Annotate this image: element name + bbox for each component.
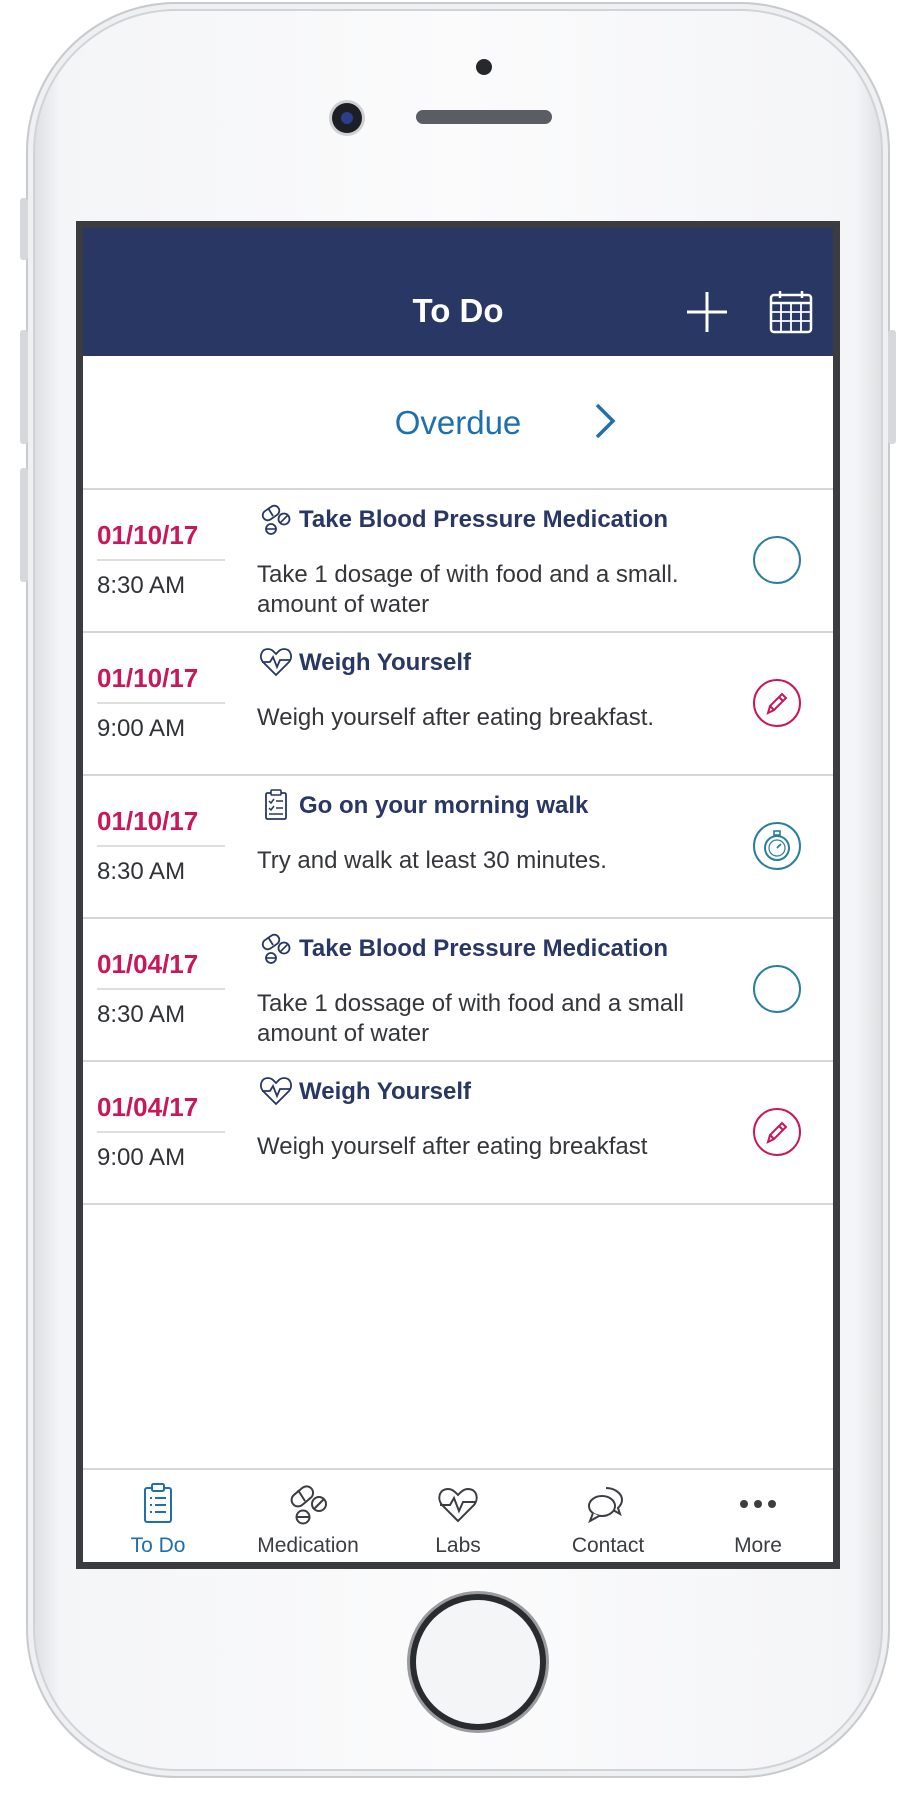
task-time: 9:00 AM [97,715,186,742]
task-time: 8:30 AM [97,1001,186,1028]
volume-up-button [20,330,28,444]
overdue-row[interactable]: Overdue [83,356,833,490]
task-row[interactable]: 01/04/17 8:30 AM Take Blood Pressure Med… [83,919,833,1062]
task-title: Weigh Yourself [299,649,472,676]
chat-bubbles-icon [588,1487,624,1524]
heartbeat-icon [260,1077,292,1106]
plus-icon[interactable] [685,290,729,334]
task-description: Try and walk at least 30 minutes. [257,847,607,874]
stopwatch-icon[interactable] [751,820,803,872]
front-camera [332,103,362,133]
tab-label: Labs [435,1534,481,1557]
task-description: Weigh yourself after eating breakfast. [257,704,655,731]
pencil-circle-icon[interactable] [751,1106,803,1158]
task-title: Weigh Yourself [299,1078,472,1105]
task-description: Take 1 dossage of with food and a small … [257,990,684,1047]
power-button [888,330,896,444]
tab-more[interactable]: More [683,1470,833,1562]
chevron-right-icon[interactable] [593,402,617,440]
home-button[interactable] [416,1600,540,1724]
app-screen: To Do Overdue 01/10/17 8:30 AM Take Bloo… [83,228,833,1562]
pills-icon [261,933,291,964]
heartbeat-icon [438,1487,478,1523]
tab-label: Medication [257,1534,359,1557]
top-bar: To Do [83,228,833,356]
task-row[interactable]: 01/10/17 9:00 AM Weigh Yourself Weigh yo… [83,633,833,776]
task-time: 8:30 AM [97,858,186,885]
tab-label: Contact [571,1534,645,1557]
tab-contact[interactable]: Contact [533,1470,683,1562]
volume-down-button [20,468,28,582]
task-title: Go on your morning walk [299,792,589,819]
phone-screen: To Do Overdue 01/10/17 8:30 AM Take Bloo… [76,221,840,1569]
task-date: 01/10/17 [97,806,225,847]
pencil-circle-icon[interactable] [751,677,803,729]
task-date: 01/04/17 [97,949,225,990]
calendar-icon[interactable] [769,290,813,334]
task-title: Take Blood Pressure Medication [299,506,668,533]
task-description: Weigh yourself after eating breakfast [257,1133,648,1160]
task-row[interactable]: 01/10/17 8:30 AM Take Blood Pressure Med… [83,490,833,633]
tab-label: To Do [130,1534,186,1557]
earpiece-speaker [416,110,552,124]
task-date: 01/04/17 [97,1092,225,1133]
mute-switch [20,198,28,260]
task-description: Take 1 dosage of with food and a small. … [257,561,679,618]
tab-label: More [734,1534,782,1557]
empty-circle-icon[interactable] [751,963,803,1015]
overdue-label: Overdue [394,404,522,441]
tab-todo[interactable]: To Do [83,1470,233,1562]
task-time: 9:00 AM [97,1144,186,1171]
clipboard-icon [144,1483,172,1523]
task-row[interactable]: 01/10/17 8:30 AM Go on your morning walk… [83,776,833,919]
more-dots-icon [740,1500,776,1508]
task-date: 01/10/17 [97,520,225,561]
task-date: 01/10/17 [97,663,225,704]
pills-icon [290,1485,327,1525]
tab-labs[interactable]: Labs [383,1470,533,1562]
pills-icon [261,504,291,535]
clipboard-icon [265,789,287,820]
tab-bar: To Do Medication Labs Contact More [83,1468,833,1562]
proximity-sensor [476,59,492,75]
tab-medication[interactable]: Medication [233,1470,383,1562]
task-title: Take Blood Pressure Medication [299,935,668,962]
heartbeat-icon [260,648,292,677]
empty-circle-icon[interactable] [751,534,803,586]
task-row[interactable]: 01/04/17 9:00 AM Weigh Yourself Weigh yo… [83,1062,833,1205]
task-time: 8:30 AM [97,572,186,599]
